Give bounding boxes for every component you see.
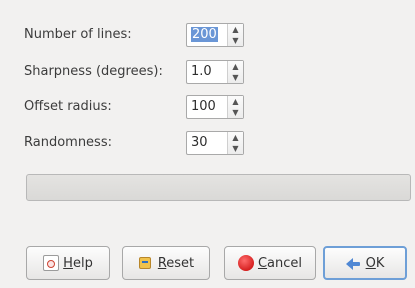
randomness-spinbox[interactable]: 30 ▲ ▼: [186, 131, 244, 155]
chevron-down-icon[interactable]: ▼: [228, 107, 243, 118]
sharpness-label: Sharpness (degrees):: [24, 64, 163, 79]
reset-button-label: Reset: [157, 255, 195, 271]
help-icon: [43, 255, 60, 271]
chevron-up-icon[interactable]: ▲: [228, 61, 243, 72]
sharpness-value[interactable]: 1.0: [187, 61, 227, 83]
ok-arrow-icon: [345, 255, 362, 271]
offset-radius-spinbox[interactable]: 100 ▲ ▼: [186, 95, 244, 119]
ok-button[interactable]: OK: [323, 246, 407, 280]
number-of-lines-value-text: 200: [191, 27, 218, 42]
cancel-button[interactable]: Cancel: [224, 246, 316, 280]
chevron-up-icon[interactable]: ▲: [228, 24, 243, 35]
number-of-lines-spinbox[interactable]: 200 ▲ ▼: [186, 23, 244, 47]
cancel-icon: [237, 255, 254, 271]
number-of-lines-value[interactable]: 200: [187, 24, 227, 46]
help-button[interactable]: Help: [26, 246, 110, 280]
offset-radius-label: Offset radius:: [24, 99, 112, 114]
reset-button[interactable]: Reset: [122, 246, 210, 280]
chevron-down-icon[interactable]: ▼: [228, 143, 243, 154]
offset-radius-value[interactable]: 100: [187, 96, 227, 118]
randomness-value[interactable]: 30: [187, 132, 227, 154]
cancel-button-label: Cancel: [257, 255, 303, 271]
chevron-down-icon[interactable]: ▼: [228, 35, 243, 46]
chevron-up-icon[interactable]: ▲: [228, 132, 243, 143]
ok-button-label: OK: [365, 255, 385, 271]
help-button-label: Help: [63, 255, 93, 271]
randomness-label: Randomness:: [24, 135, 112, 150]
chevron-down-icon[interactable]: ▼: [228, 72, 243, 83]
number-of-lines-label: Number of lines:: [24, 27, 132, 42]
chevron-up-icon[interactable]: ▲: [228, 96, 243, 107]
sharpness-spinbox[interactable]: 1.0 ▲ ▼: [186, 60, 244, 84]
progress-bar: [26, 174, 411, 201]
reset-icon: [138, 255, 154, 271]
